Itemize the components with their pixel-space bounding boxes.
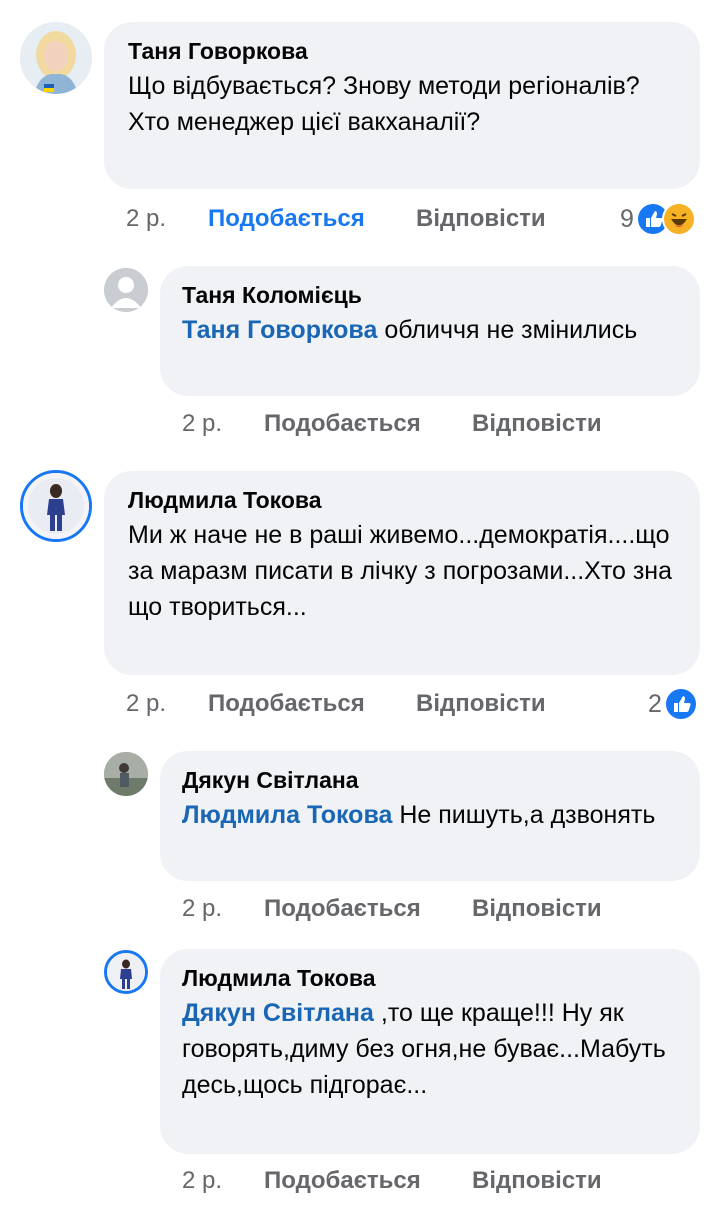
like-button[interactable]: Подобається [264,407,421,441]
comment-bubble: Людмила Токова Дякун Світлана ,то ще кра… [160,949,700,1154]
comment-text-wrap: Дякун Світлана ,то ще краще!!! Ну як гов… [182,995,678,1103]
avatar[interactable] [104,950,148,994]
avatar[interactable] [20,470,92,542]
comment-actions: 2 р. Подобається Відповісти [126,687,626,721]
like-button[interactable]: Подобається [264,1164,421,1198]
comment-actions: 2 р. Подобається Відповісти [126,202,700,236]
comment-author[interactable]: Людмила Токова [128,485,676,515]
comment-time[interactable]: 2 р. [182,1164,222,1198]
comment-bubble: Дякун Світлана Людмила Токова Не пишуть,… [160,751,700,881]
avatar-photo [23,473,89,539]
comment-time[interactable]: 2 р. [126,687,166,721]
mention-link[interactable]: Таня Говоркова [182,316,377,344]
comment-author[interactable]: Таня Коломієць [182,280,678,310]
avatar-photo [107,953,145,991]
comment-author[interactable]: Таня Говоркова [128,36,676,66]
reply-button[interactable]: Відповісти [472,1164,602,1198]
reaction-summary[interactable]: 9 [620,202,696,236]
comment-time[interactable]: 2 р. [182,892,222,926]
avatar[interactable] [104,268,148,312]
reaction-count: 2 [648,689,662,718]
haha-icon [661,202,696,236]
comment-time[interactable]: 2 р. [182,407,222,441]
reply-button[interactable]: Відповісти [416,687,546,721]
comment-text: Що відбувається? Знову методи регіоналів… [128,72,640,136]
reply-button[interactable]: Відповісти [416,202,546,236]
comment-actions: 2 р. Подобається Відповісти [182,892,682,926]
comment-text-wrap: Таня Говоркова обличчя не змінились [182,312,678,348]
reaction-summary[interactable]: 2 [648,687,698,721]
mention-link[interactable]: Людмила Токова [182,801,392,829]
comment-actions: 2 р. Подобається Відповісти [182,1164,682,1198]
avatar[interactable] [104,752,148,796]
comment-bubble: Таня Коломієць Таня Говоркова обличчя не… [160,266,700,396]
like-button[interactable]: Подобається [264,892,421,926]
avatar-photo [20,22,92,94]
default-avatar-icon [104,268,148,312]
reaction-count: 9 [620,204,634,233]
comment-author[interactable]: Дякун Світлана [182,765,678,795]
comment-bubble: Людмила Токова Ми ж наче не в раші живем… [104,471,700,675]
reply-button[interactable]: Відповісти [472,407,602,441]
comment-time[interactable]: 2 р. [126,202,166,236]
thumbs-up-icon [663,687,698,721]
like-button[interactable]: Подобається [208,202,365,236]
like-button[interactable]: Подобається [208,687,365,721]
comment-author[interactable]: Людмила Токова [182,963,678,993]
avatar[interactable] [20,22,92,94]
comment-bubble: Таня Говоркова Що відбувається? Знову ме… [104,22,700,189]
mention-link[interactable]: Дякун Світлана [182,999,374,1027]
comment-actions: 2 р. Подобається Відповісти [182,407,682,441]
comment-text: обличчя не змінились [384,316,638,344]
reply-button[interactable]: Відповісти [472,892,602,926]
comment-text: Ми ж наче не в раші живемо...демократія.… [128,521,673,621]
comment-text-wrap: Людмила Токова Не пишуть,а дзвонять [182,797,678,833]
avatar-photo [104,752,148,796]
comment-text: Не пишуть,а дзвонять [399,801,656,829]
